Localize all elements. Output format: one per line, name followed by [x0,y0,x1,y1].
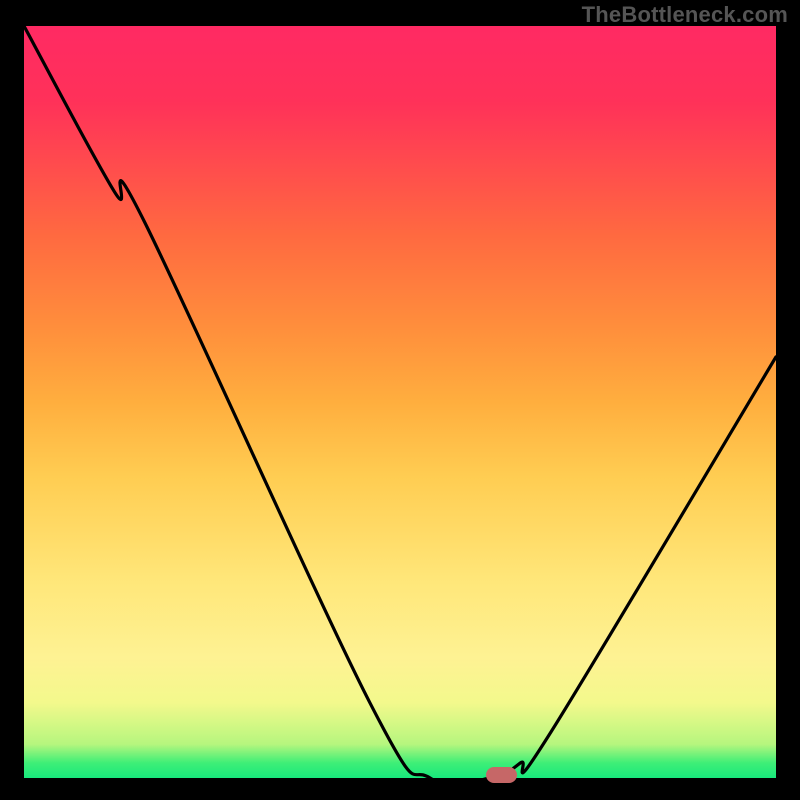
bottleneck-curve [24,26,776,778]
watermark-text: TheBottleneck.com [582,2,788,28]
plot-area [24,26,776,778]
chart-frame: TheBottleneck.com [0,0,800,800]
optimal-point-marker [486,767,516,782]
